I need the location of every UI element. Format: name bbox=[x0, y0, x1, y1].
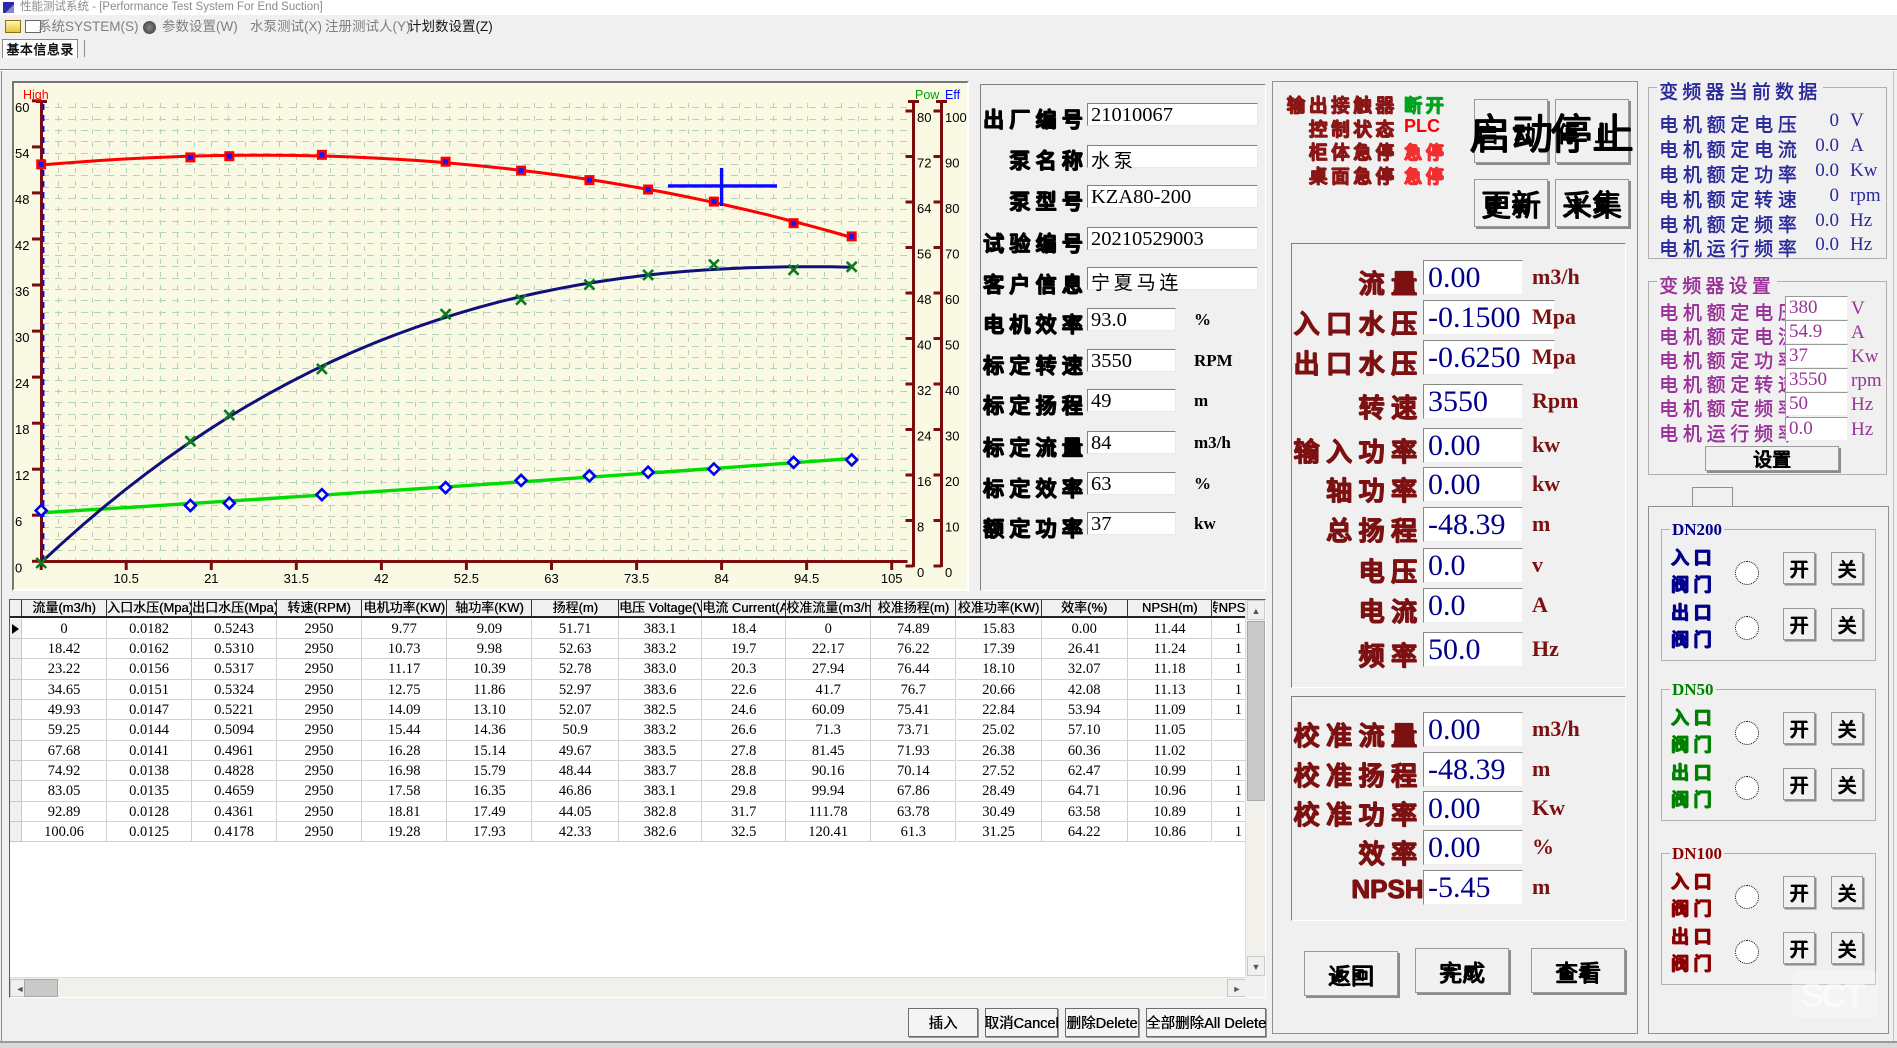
svg-text:0: 0 bbox=[917, 565, 924, 580]
svg-text:63: 63 bbox=[544, 571, 558, 586]
svg-text:72: 72 bbox=[917, 156, 931, 171]
svg-text:90: 90 bbox=[945, 156, 959, 171]
svg-text:10.5: 10.5 bbox=[114, 571, 139, 586]
svg-text:31.5: 31.5 bbox=[284, 571, 309, 586]
svg-text:42: 42 bbox=[374, 571, 388, 586]
svg-text:40: 40 bbox=[945, 383, 959, 398]
svg-text:30: 30 bbox=[945, 429, 959, 444]
svg-text:0: 0 bbox=[945, 565, 952, 580]
svg-text:48: 48 bbox=[917, 292, 931, 307]
svg-text:64: 64 bbox=[917, 201, 931, 216]
svg-text:12: 12 bbox=[15, 468, 29, 483]
svg-text:16: 16 bbox=[917, 474, 931, 489]
svg-text:High: High bbox=[23, 88, 49, 102]
svg-text:94.5: 94.5 bbox=[794, 571, 819, 586]
svg-text:Pow: Pow bbox=[915, 88, 940, 102]
svg-text:24: 24 bbox=[917, 429, 931, 444]
svg-text:100: 100 bbox=[945, 110, 967, 125]
svg-text:32: 32 bbox=[917, 383, 931, 398]
svg-text:50: 50 bbox=[945, 338, 959, 353]
svg-text:8: 8 bbox=[917, 520, 924, 535]
svg-text:40: 40 bbox=[917, 338, 931, 353]
svg-text:18: 18 bbox=[15, 422, 29, 437]
svg-text:54: 54 bbox=[15, 146, 29, 161]
svg-text:60: 60 bbox=[945, 292, 959, 307]
svg-text:Eff: Eff bbox=[945, 88, 961, 102]
svg-text:105: 105 bbox=[881, 571, 903, 586]
svg-text:42: 42 bbox=[15, 238, 29, 253]
svg-text:6: 6 bbox=[15, 514, 22, 529]
svg-text:10: 10 bbox=[945, 520, 959, 535]
svg-text:80: 80 bbox=[945, 201, 959, 216]
svg-text:24: 24 bbox=[15, 376, 29, 391]
svg-text:70: 70 bbox=[945, 247, 959, 262]
svg-text:48: 48 bbox=[15, 192, 29, 207]
svg-text:30: 30 bbox=[15, 330, 29, 345]
svg-text:73.5: 73.5 bbox=[624, 571, 649, 586]
svg-text:52.5: 52.5 bbox=[454, 571, 479, 586]
svg-text:20: 20 bbox=[945, 474, 959, 489]
svg-text:21: 21 bbox=[204, 571, 218, 586]
svg-text:80: 80 bbox=[917, 110, 931, 125]
svg-text:36: 36 bbox=[15, 284, 29, 299]
svg-text:84: 84 bbox=[714, 571, 728, 586]
svg-text:0: 0 bbox=[15, 560, 22, 575]
svg-text:60: 60 bbox=[15, 100, 29, 115]
svg-text:56: 56 bbox=[917, 247, 931, 262]
